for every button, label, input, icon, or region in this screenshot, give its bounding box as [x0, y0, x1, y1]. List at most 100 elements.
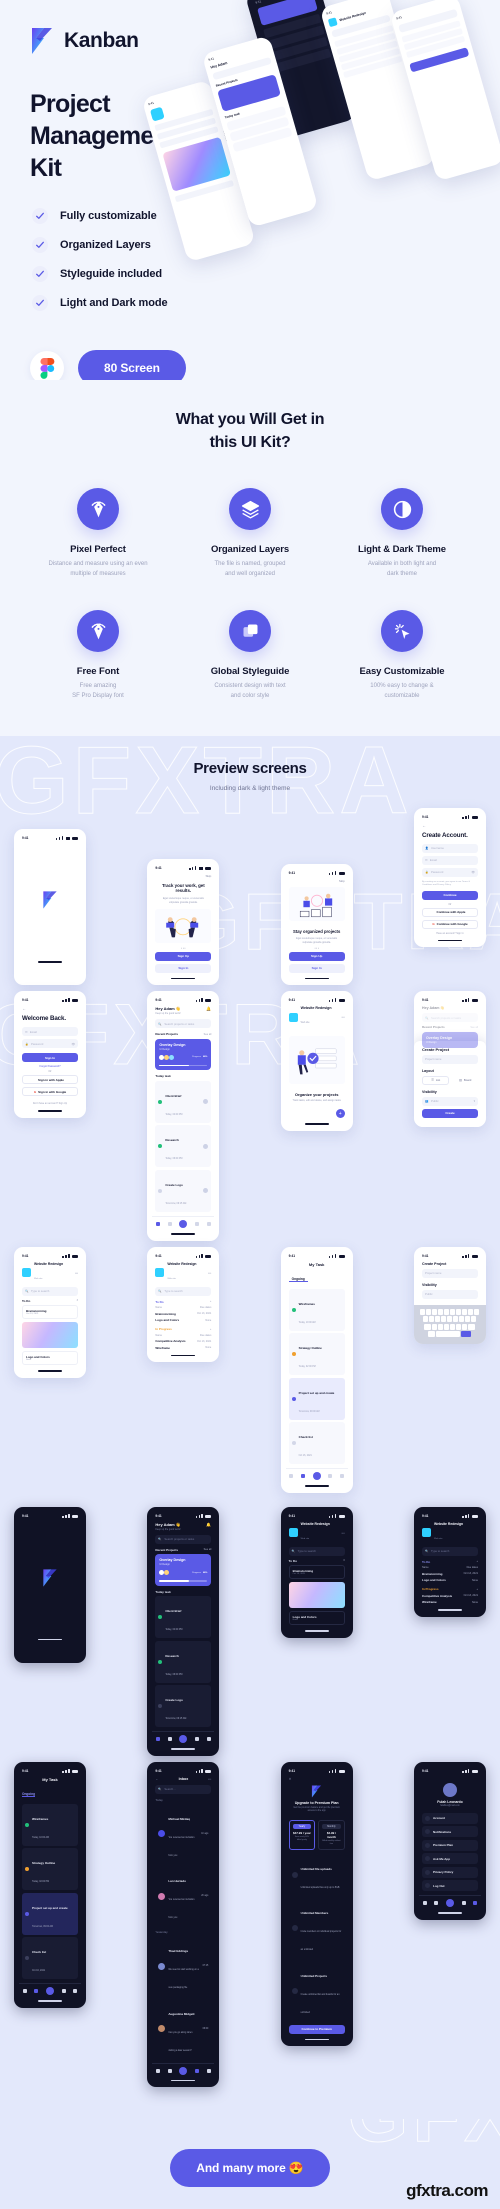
phone-dark-inbox[interactable]: 9:41 ← Inbox ••• 🔍 Search... Today Michae… [147, 1761, 220, 2088]
table-row[interactable]: Logo and Colors None [422, 1578, 478, 1582]
signup-link[interactable]: Don't have an account? Sign Up [19, 1102, 81, 1105]
message-row[interactable]: Michael Mirdaq You received an invitation… [155, 1804, 211, 1864]
search-input[interactable]: 🔍 Search projects or tasks [155, 1534, 212, 1544]
create-button[interactable]: Create [421, 1108, 478, 1118]
continue-button[interactable]: Continue [421, 890, 478, 900]
project-card[interactable]: Overlay Design UI Design Progress 68% [155, 1038, 212, 1071]
see-all-link[interactable]: See all [204, 1548, 212, 1551]
phone-create-project[interactable]: 9:41 Hey Adam 👋 🔍 Search projects or task… [413, 991, 486, 1127]
signup-button[interactable]: Sign Up [155, 951, 212, 961]
tab-bar[interactable] [418, 1895, 481, 1908]
continue-with-apple-button[interactable]: Continue with Apple [421, 907, 478, 917]
back-icon[interactable]: ← [19, 1006, 81, 1011]
tab-profile[interactable] [73, 1989, 78, 1994]
more-icon[interactable]: ••• [208, 1777, 211, 1781]
search-input[interactable]: 🔍 Type to search [288, 1546, 345, 1556]
bell-icon[interactable]: 🔔 [206, 1522, 211, 1527]
menu-item[interactable]: Premium Plan [421, 1839, 478, 1851]
add-button[interactable] [312, 1472, 321, 1480]
avatar[interactable] [442, 1782, 457, 1797]
message-row[interactable]: Lan Hurtado You received an invitation fr… [155, 1866, 211, 1926]
tab-profile[interactable] [206, 1221, 211, 1226]
and-many-more-button[interactable]: And many more 😍 [170, 2149, 330, 2188]
phone-dark-home[interactable]: 9:41 Hey Adam 👋 Keep up the good work! 🔔… [147, 1506, 220, 1756]
visibility-select[interactable]: Public [421, 1289, 478, 1299]
signin-button[interactable]: Sign In [22, 1053, 78, 1063]
keyboard-row[interactable] [416, 1331, 484, 1337]
signup-button[interactable]: Sign Up [288, 951, 345, 961]
phone-board-view[interactable]: 9:41 Website Redesign Web site ••• 🔍 Type … [14, 1246, 86, 1378]
tab-home[interactable] [156, 2068, 161, 2073]
back-icon[interactable]: ← [155, 1777, 158, 1781]
on-screen-keyboard[interactable] [413, 1304, 486, 1344]
phone-my-task[interactable]: 9:41 My Task Ongoing Wireframes Today, 10… [280, 1246, 353, 1493]
add-button[interactable] [45, 1987, 54, 1996]
task-row[interactable]: Strategy Outline Today, 02:00 PM [288, 1333, 345, 1375]
tab-inbox[interactable] [194, 2068, 199, 2073]
menu-item-logout[interactable]: Log Out [421, 1880, 478, 1892]
phone-dark-premium[interactable]: 9:41 ✕ Upgrade to Premium Plan Get the p… [280, 1761, 353, 2047]
search-input[interactable]: 🔍 Search... [155, 1784, 212, 1794]
task-row[interactable]: Wireframes Today, 10:00 AM [22, 1803, 78, 1846]
board-card[interactable]: Logo and Colors None [22, 1351, 78, 1365]
password-field[interactable]: 🔒 Password 👁 [421, 867, 478, 877]
tab-my-task[interactable] [167, 2068, 172, 2073]
task-row[interactable]: Strategy Outline Today, 02:00 PM [22, 1848, 78, 1891]
task-row[interactable]: Research Today, 06:00 PM [155, 1640, 212, 1683]
tab-home[interactable] [156, 1737, 161, 1742]
message-row[interactable]: Thad Eddings We need to start working on … [155, 1936, 211, 1996]
menu-item[interactable]: Privacy Policy [421, 1866, 478, 1878]
password-field[interactable]: 🔒 Password 👁 [22, 1039, 78, 1049]
visibility-select[interactable]: 👥 Public ▾ [421, 1096, 478, 1106]
project-name-input[interactable]: Project name [421, 1054, 478, 1064]
keyboard-row[interactable] [416, 1316, 484, 1322]
layout-option-list[interactable]: ☰ List [421, 1075, 450, 1085]
add-button[interactable] [179, 1735, 188, 1744]
task-row[interactable]: Create Logo Tomorrow, 09:15 AM [155, 1685, 212, 1728]
phone-welcome-back[interactable]: 9:41 ← Welcome Back. ✉ Email 🔒 Password 👁 S… [14, 991, 86, 1118]
menu-item[interactable]: Notifications [421, 1826, 478, 1838]
search-input[interactable]: 🔍 Type to search [22, 1286, 78, 1296]
phone-onboarding-2[interactable]: 9:41 Skip Stay organized projects Eget s… [280, 863, 353, 986]
search-input[interactable]: 🔍 Type to search [155, 1286, 212, 1296]
back-icon[interactable]: ← [419, 823, 481, 828]
add-icon[interactable]: + [210, 1328, 211, 1331]
tab-bar[interactable] [152, 1731, 215, 1744]
table-row[interactable]: Logo and Colors None [155, 1318, 211, 1322]
username-field[interactable]: 👤 Username [421, 843, 478, 853]
more-icon[interactable]: ••• [75, 1271, 78, 1275]
signin-with-google-button[interactable]: G Sign in with Google [22, 1087, 78, 1097]
board-card[interactable]: Brainstorming Oct 13, 2021 [288, 1565, 345, 1580]
add-icon[interactable]: + [210, 1300, 211, 1303]
tab-home[interactable] [22, 1989, 27, 1994]
tab-home[interactable] [289, 1474, 294, 1478]
menu-item[interactable]: Account [421, 1812, 478, 1824]
phone-add-task-keyboard[interactable]: 9:41 Create Project Project name Visibil… [413, 1246, 486, 1344]
add-icon[interactable]: + [477, 1588, 478, 1591]
tab-bar[interactable] [19, 1983, 81, 1996]
tab-my-task[interactable] [167, 1221, 172, 1226]
table-row[interactable]: Wireframe None [422, 1600, 478, 1604]
signin-link[interactable]: Have an account? Sign In [419, 932, 481, 935]
tab-ongoing[interactable]: Ongoing [22, 1792, 36, 1797]
phone-create-account[interactable]: 9:41 ← Create Account. 👤 Username ✉ Email … [413, 807, 486, 948]
add-button[interactable] [445, 1899, 454, 1908]
more-icon[interactable]: ••• [342, 1015, 345, 1019]
signin-with-apple-button[interactable]: Sign in with Apple [22, 1075, 78, 1085]
tab-profile[interactable] [206, 1737, 211, 1742]
project-card[interactable]: Overlay Design UI Design Progress 68% [155, 1554, 212, 1586]
plan-monthly[interactable]: Monthly $4.99 / month Billed monthly wit… [318, 1820, 345, 1850]
task-row[interactable]: Project set up and create Tomorrow, 09:00… [22, 1892, 78, 1935]
continue-with-google-button[interactable]: G Continue with Google [421, 919, 478, 929]
message-row[interactable]: Augustina Midgett Can you go along when v… [155, 1999, 211, 2059]
board-card[interactable]: Brainstorming Oct 13, 2021 [22, 1305, 78, 1319]
table-row[interactable]: Brainstorming Oct 13, 2021 [422, 1572, 478, 1576]
tab-bar[interactable] [152, 1215, 215, 1228]
signin-button[interactable]: Sign In [288, 963, 345, 973]
tab-inbox[interactable] [61, 1989, 66, 1994]
tab-inbox[interactable] [461, 1901, 466, 1906]
eye-icon[interactable]: 👁 [71, 1042, 75, 1046]
tab-bar[interactable] [152, 2062, 215, 2075]
tab-profile[interactable] [339, 1474, 344, 1478]
bell-icon[interactable]: 🔔 [206, 1006, 211, 1011]
